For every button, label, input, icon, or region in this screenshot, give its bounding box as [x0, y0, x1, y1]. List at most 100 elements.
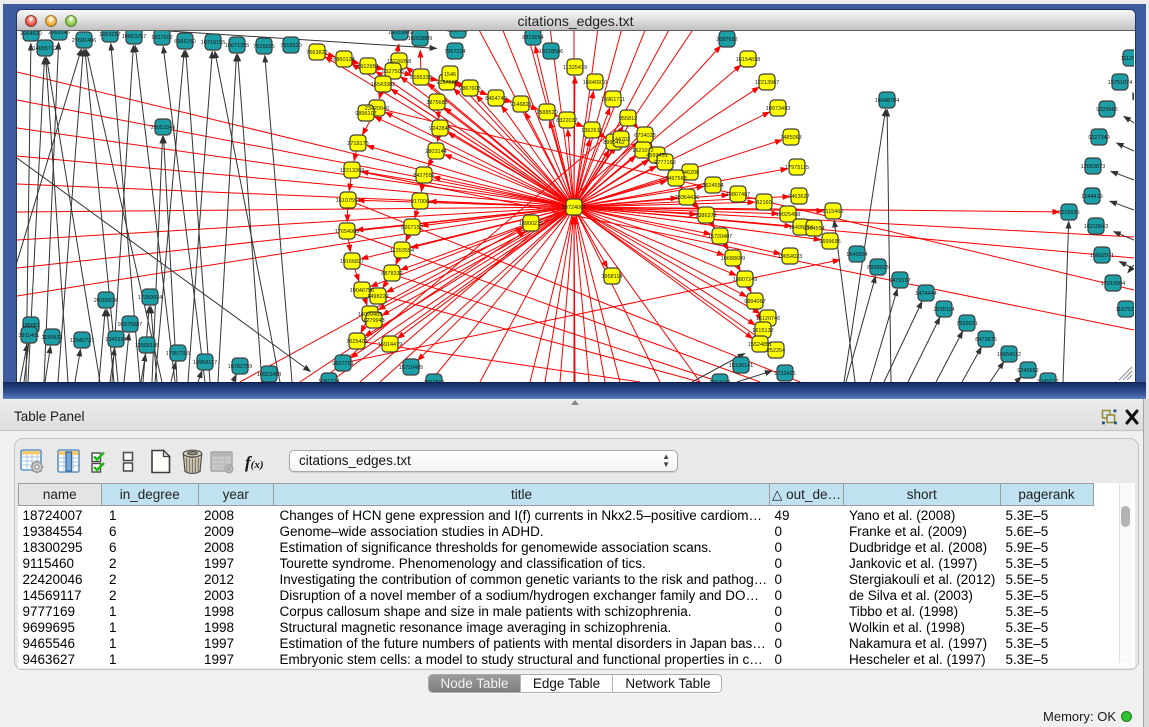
- svg-text:9115460: 9115460: [822, 209, 843, 215]
- svg-text:16543382: 16543382: [370, 82, 394, 88]
- svg-text:16648784: 16648784: [874, 98, 898, 104]
- svg-text:9463627: 9463627: [788, 194, 809, 200]
- svg-text:6734028: 6734028: [634, 133, 655, 139]
- svg-text:1913164: 1913164: [709, 380, 730, 382]
- svg-text:19218506: 19218506: [538, 49, 562, 55]
- svg-text:17957255: 17957255: [165, 351, 189, 357]
- svg-text:12213369: 12213369: [339, 168, 363, 174]
- svg-text:7485063: 7485063: [780, 135, 801, 141]
- svg-text:15751074: 15751074: [1107, 80, 1131, 86]
- svg-text:16154838: 16154838: [735, 57, 759, 63]
- svg-text:9245012: 9245012: [1037, 379, 1058, 382]
- svg-text:9245652: 9245652: [1017, 368, 1038, 374]
- svg-text:9327506: 9327506: [436, 80, 457, 86]
- svg-text:1546: 1546: [443, 72, 455, 78]
- svg-text:1345194: 1345194: [105, 337, 126, 343]
- svg-text:917006: 917006: [410, 199, 428, 205]
- svg-text:62160: 62160: [756, 200, 771, 206]
- svg-text:16210643: 16210643: [1083, 224, 1107, 230]
- svg-text:1498222: 1498222: [367, 294, 388, 300]
- svg-text:1167531: 1167531: [1115, 307, 1134, 313]
- svg-text:1958114: 1958114: [601, 274, 622, 280]
- svg-text:8267150: 8267150: [401, 225, 422, 231]
- svg-text:2069146: 2069146: [48, 31, 69, 36]
- svg-text:16120746: 16120746: [755, 316, 779, 322]
- svg-text:8186328: 8186328: [410, 75, 431, 81]
- svg-text:1588520: 1588520: [536, 110, 557, 116]
- svg-text:2064920: 2064920: [20, 31, 41, 37]
- svg-text:7386372: 7386372: [695, 213, 716, 219]
- svg-text:7515520: 7515520: [280, 43, 301, 49]
- svg-text:11353594: 11353594: [389, 248, 413, 254]
- svg-text:9896107: 9896107: [355, 111, 376, 117]
- svg-text:9657791: 9657791: [332, 361, 353, 367]
- svg-text:8860124: 8860124: [333, 57, 354, 63]
- svg-text:9699695: 9699695: [819, 239, 840, 245]
- svg-text:955812: 955812: [618, 116, 636, 122]
- svg-text:7663822: 7663822: [306, 50, 327, 56]
- svg-text:9227349: 9227349: [1088, 135, 1109, 141]
- svg-text:10807487: 10807487: [725, 192, 749, 198]
- svg-text:27691406: 27691406: [71, 38, 95, 44]
- svg-text:20364436: 20364436: [674, 195, 698, 201]
- svg-text:14055712: 14055712: [32, 46, 56, 52]
- svg-text:8878332: 8878332: [381, 271, 402, 277]
- svg-text:7932621: 7932621: [956, 321, 977, 327]
- svg-text:93975887: 93975887: [117, 322, 141, 328]
- svg-text:9242848: 9242848: [429, 126, 450, 132]
- svg-text:10025458: 10025458: [775, 212, 799, 218]
- svg-text:2935114: 2935114: [933, 307, 954, 313]
- svg-text:12093873: 12093873: [1080, 164, 1104, 170]
- svg-text:17975115: 17975115: [784, 165, 808, 171]
- svg-text:3875685: 3875685: [426, 100, 447, 106]
- svg-text:8471676: 8471676: [975, 337, 996, 343]
- svg-text:7515526: 7515526: [253, 44, 274, 50]
- svg-text:1474444: 1474444: [915, 291, 936, 297]
- svg-text:20206536: 20206536: [93, 298, 117, 304]
- svg-text:6479197: 6479197: [889, 278, 910, 284]
- svg-text:185061: 185061: [21, 323, 39, 329]
- svg-text:1362615: 1362615: [581, 128, 602, 134]
- svg-text:8454749: 8454749: [485, 96, 506, 102]
- svg-text:12942737: 12942737: [69, 338, 93, 344]
- svg-text:16107553: 16107553: [335, 198, 359, 204]
- svg-text:6966160: 6966160: [174, 39, 195, 45]
- svg-text:9146821: 9146821: [510, 102, 531, 108]
- svg-text:15136141: 15136141: [728, 363, 752, 369]
- svg-text:15716485: 15716485: [398, 365, 422, 371]
- svg-text:17016504: 17016504: [1100, 281, 1124, 287]
- svg-text:2092566: 2092566: [423, 380, 444, 382]
- svg-text:1733426: 1733426: [774, 371, 795, 377]
- svg-text:17654985: 17654985: [334, 229, 358, 235]
- svg-text:8215955: 8215955: [1058, 210, 1079, 216]
- svg-text:7357224: 7357224: [444, 49, 465, 55]
- svg-text:8813054: 8813054: [447, 31, 468, 34]
- svg-text:1112843: 1112843: [1120, 56, 1133, 62]
- svg-text:10973493: 10973493: [765, 106, 789, 112]
- svg-text:29053346: 29053346: [150, 125, 174, 131]
- svg-text:15692971: 15692971: [1089, 253, 1113, 259]
- svg-text:144702: 144702: [611, 137, 629, 143]
- svg-text:1081224: 1081224: [318, 379, 339, 382]
- svg-text:10853257: 10853257: [121, 34, 145, 40]
- svg-text:1527602: 1527602: [151, 35, 172, 41]
- svg-text:11325419: 11325419: [562, 65, 586, 71]
- svg-text:12505185: 12505185: [134, 343, 158, 349]
- svg-text:8322037: 8322037: [556, 118, 577, 124]
- svg-text:1640954: 1640954: [846, 252, 867, 258]
- svg-text:13226058: 13226058: [386, 59, 410, 65]
- svg-text:8427552: 8427552: [413, 173, 434, 179]
- svg-text:19166827: 19166827: [339, 259, 363, 265]
- svg-text:9329966: 9329966: [1096, 107, 1117, 113]
- svg-text:1279943: 1279943: [363, 318, 384, 324]
- svg-text:15720407: 15720407: [707, 234, 731, 240]
- svg-text:9884067: 9884067: [744, 299, 765, 305]
- svg-text:9327505: 9327505: [382, 69, 403, 75]
- svg-text:18724007: 18724007: [561, 205, 585, 211]
- svg-text:16033809: 16033809: [407, 36, 431, 42]
- svg-text:10671355: 10671355: [224, 43, 248, 49]
- svg-text:3911401: 3911401: [18, 333, 39, 339]
- svg-text:3624554: 3624554: [702, 183, 723, 189]
- svg-text:16958117: 16958117: [192, 360, 216, 366]
- svg-text:16961711: 16961711: [600, 97, 624, 103]
